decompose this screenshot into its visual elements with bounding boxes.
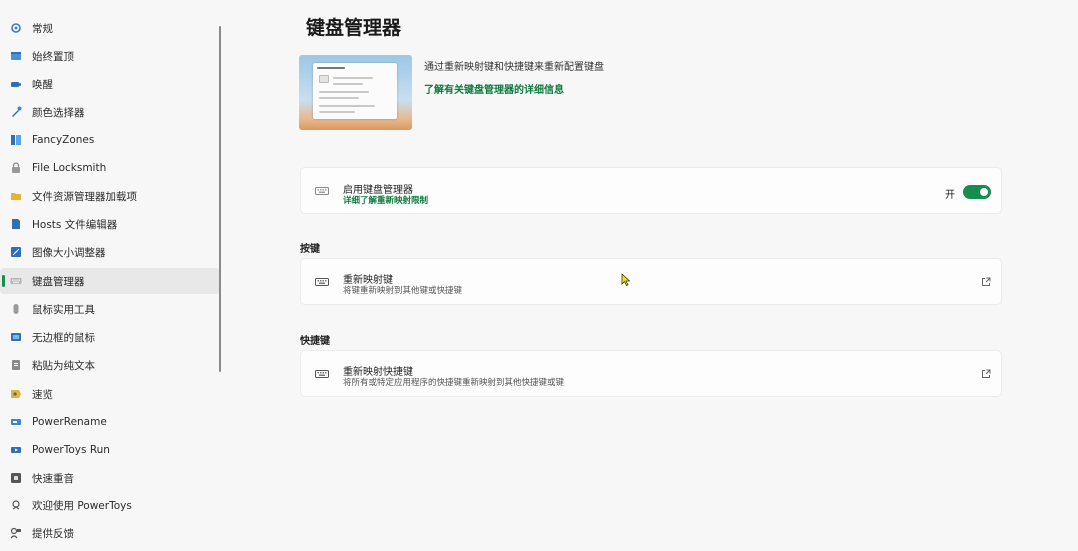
sidebar-item-label: FancyZones [32,134,95,146]
sidebar-scrollbar[interactable] [219,26,221,372]
folder-icon [10,190,22,202]
open-external-icon[interactable] [981,369,991,379]
hero-window-preview [313,63,397,119]
sidebar-item-mouse-without-borders[interactable]: 无边框的鼠标 [0,324,220,350]
sidebar-item-label: PowerRename [32,416,107,428]
fancyzones-icon [10,134,22,146]
sidebar-item-label: 鼠标实用工具 [32,303,95,316]
sidebar-item-file-locksmith[interactable]: File Locksmith [0,155,220,181]
sidebar-item-color-picker[interactable]: 颜色选择器 [0,99,220,125]
sidebar-item-label: 欢迎使用 PowerToys [32,499,132,512]
mouse-icon [10,303,22,315]
sidebar-item-image-resizer[interactable]: 图像大小调整器 [0,239,220,265]
sidebar-item-keyboard-manager[interactable]: 键盘管理器 [0,268,220,294]
sidebar-item-label: 颜色选择器 [32,106,85,119]
sidebar-item-label: 图像大小调整器 [32,246,106,259]
keyboard-icon [315,275,329,289]
open-external-icon[interactable] [981,277,991,287]
sidebar-item-label: 无边框的鼠标 [32,331,95,344]
sidebar-item-powertoys-run[interactable]: PowerToys Run [0,437,220,463]
sidebar-item-label: 文件资源管理器加载项 [32,190,137,203]
feedback-icon [10,527,22,539]
color-picker-icon [10,106,22,118]
remap-keys-description: 将键重新映射到其他键或快捷键 [343,286,463,296]
toggle-state-label: 开 [945,190,955,201]
enable-toggle[interactable] [963,185,991,199]
gear-icon [10,22,22,34]
sidebar-item-quick-accent[interactable]: 快速重音 [0,465,220,491]
sidebar-item-label: 始终置顶 [32,50,74,63]
sidebar-item-peek[interactable]: 速览 [0,381,220,407]
hosts-file-icon [10,218,22,230]
sidebar-item-label: 提供反馈 [32,527,74,540]
peek-icon [10,388,22,400]
sidebar-item-fancyzones[interactable]: FancyZones [0,127,220,153]
lock-icon [10,162,22,174]
sidebar-item-label: 粘贴为纯文本 [32,359,95,372]
sidebar-item-powerrename[interactable]: PowerRename [0,409,220,435]
hero-image [299,55,412,130]
mouse-without-borders-icon [10,331,22,343]
keyboard-icon [10,275,22,287]
welcome-icon [10,499,22,511]
sidebar-item-file-explorer-addons[interactable]: 文件资源管理器加载项 [0,183,220,209]
sidebar-item-mouse-utilities[interactable]: 鼠标实用工具 [0,296,220,322]
keyboard-icon [315,184,329,198]
image-resize-icon [10,246,22,258]
sidebar-item-label: 速览 [32,388,53,401]
page-title: 键盘管理器 [306,17,402,39]
remap-limits-link[interactable]: 详细了解重新映射限制 [343,194,428,206]
sidebar-item-feedback[interactable]: 提供反馈 [0,520,220,546]
sidebar-item-hosts-file-editor[interactable]: Hosts 文件编辑器 [0,211,220,237]
sidebar-item-general[interactable]: 常规 [0,15,220,41]
sidebar-item-label: Hosts 文件编辑器 [32,218,118,231]
sidebar: 常规 始终置顶 唤醒 颜色选择器 FancyZones File Locksmi… [0,0,222,551]
mouse-cursor-icon [621,273,630,286]
sidebar-item-label: PowerToys Run [32,444,110,456]
sidebar-item-label: 常规 [32,22,53,35]
section-header-shortcuts: 快捷键 [300,336,330,347]
accent-icon [10,472,22,484]
remap-keys-card[interactable]: 重新映射键 将键重新映射到其他键或快捷键 [300,258,1002,305]
pin-window-icon [10,50,22,62]
keyboard-icon [315,367,329,381]
run-icon [10,444,22,456]
remap-shortcuts-card[interactable]: 重新映射快捷键 将所有或特定应用程序的快捷键重新映射到其他快捷键或键 [300,350,1002,397]
sidebar-item-always-on-top[interactable]: 始终置顶 [0,43,220,69]
sidebar-item-awake[interactable]: 唤醒 [0,71,220,97]
learn-more-link[interactable]: 了解有关键盘管理器的详细信息 [424,81,564,96]
sidebar-item-label: File Locksmith [32,162,107,174]
remap-shortcuts-description: 将所有或特定应用程序的快捷键重新映射到其他快捷键或键 [343,378,565,388]
powertoys-settings-window: 常规 始终置顶 唤醒 颜色选择器 FancyZones File Locksmi… [0,0,1078,551]
sidebar-item-paste-as-plain-text[interactable]: 粘贴为纯文本 [0,352,220,378]
hero-description: 通过重新映射键和快捷键来重新配置键盘 [424,62,604,73]
rename-icon [10,416,22,428]
coffee-icon [10,78,22,90]
sidebar-item-label: 唤醒 [32,78,53,91]
sidebar-item-welcome[interactable]: 欢迎使用 PowerToys [0,492,220,518]
sidebar-item-label: 快速重音 [32,472,74,485]
section-header-keys: 按键 [300,244,320,255]
paste-text-icon [10,359,22,371]
enable-keyboard-manager-card: 启用键盘管理器 详细了解重新映射限制 开 [300,167,1002,214]
sidebar-item-label: 键盘管理器 [32,275,85,288]
